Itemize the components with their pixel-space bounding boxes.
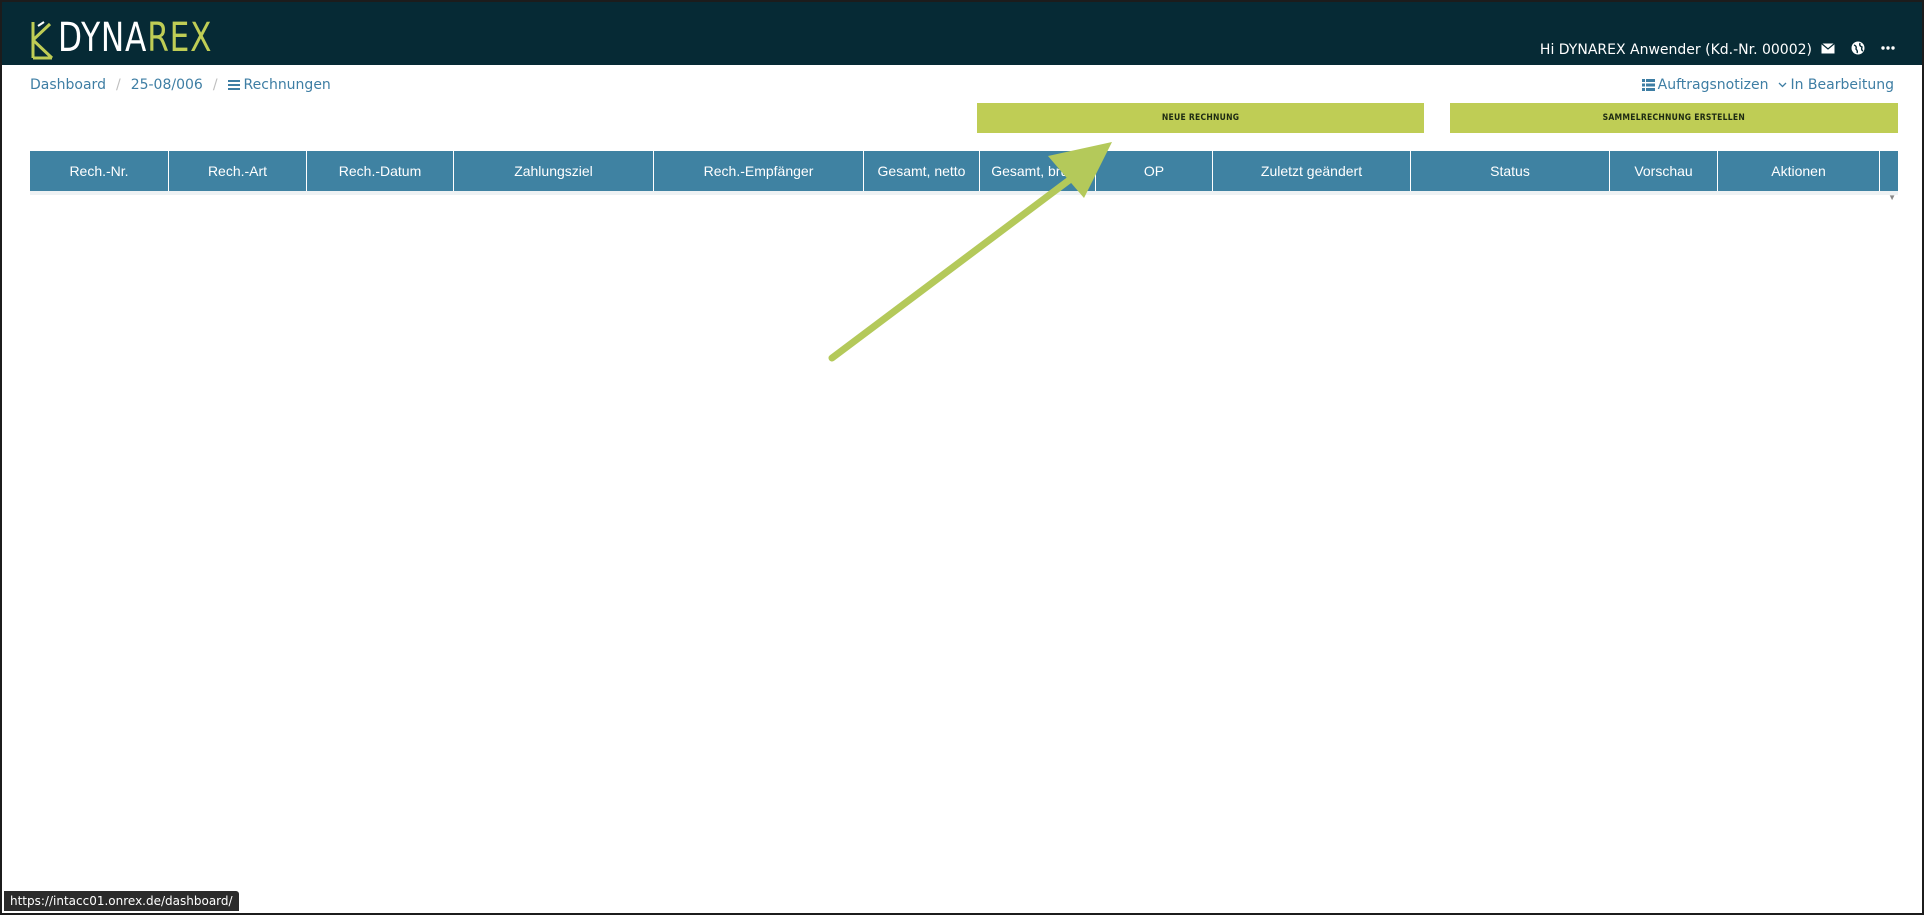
breadcrumb: Dashboard / 25-08/006 / Rechnungen <box>30 77 331 93</box>
invoices-table: Rech.-Nr. Rech.-Art Rech.-Datum Zahlungs… <box>30 151 1898 202</box>
column-header-invoice-type[interactable]: Rech.-Art <box>169 151 307 191</box>
order-notes-label: Auftragsnotizen <box>1657 77 1769 93</box>
order-status-label: In Bearbeitung <box>1790 77 1894 93</box>
column-header-last-modified[interactable]: Zuletzt geändert <box>1213 151 1411 191</box>
column-header-invoice-date[interactable]: Rech.-Datum <box>307 151 454 191</box>
header-icons <box>1820 40 1896 56</box>
globe-icon[interactable] <box>1850 40 1866 56</box>
collective-invoice-label: SAMMELRECHNUNG ERSTELLEN <box>1602 113 1746 123</box>
dynarex-logo[interactable]: DYNAREX <box>30 14 256 60</box>
table-list-icon <box>1641 79 1655 91</box>
order-status-dropdown[interactable]: In Bearbeitung <box>1778 77 1894 93</box>
collective-invoice-button[interactable]: SAMMELRECHNUNG ERSTELLEN <box>1450 103 1898 133</box>
table-body <box>30 191 1898 195</box>
column-header-open-item[interactable]: OP <box>1096 151 1213 191</box>
order-links: Auftragsnotizen In Bearbeitung <box>1641 77 1894 93</box>
column-header-filler <box>1880 151 1898 191</box>
logo-dyna: DYNA <box>58 15 148 61</box>
annotation-arrow <box>828 142 1112 362</box>
breadcrumb-current: Rechnungen <box>227 77 331 93</box>
logo-mark-icon <box>31 21 54 60</box>
app-window: DYNAREX Hi DYNAREX Anwender (Kd.-Nr. 000… <box>0 0 1924 915</box>
order-notes-link[interactable]: Auftragsnotizen <box>1641 77 1769 93</box>
column-header-recipient[interactable]: Rech.-Empfänger <box>654 151 864 191</box>
column-header-actions[interactable]: Aktionen <box>1718 151 1880 191</box>
breadcrumb-invoices: Rechnungen <box>243 77 331 93</box>
list-icon <box>227 80 240 90</box>
column-header-invoice-no[interactable]: Rech.-Nr. <box>30 151 169 191</box>
scroll-down-icon[interactable]: ▼ <box>1888 193 1896 202</box>
breadcrumb-dashboard[interactable]: Dashboard <box>30 77 106 93</box>
column-header-total-net[interactable]: Gesamt, netto <box>864 151 980 191</box>
chevron-down-icon <box>1779 82 1787 88</box>
breadcrumb-separator: / <box>212 77 218 93</box>
breadcrumb-separator: / <box>115 77 121 93</box>
breadcrumb-order[interactable]: 25-08/006 <box>131 77 203 93</box>
logo-rex: REX <box>147 15 213 61</box>
column-header-preview[interactable]: Vorschau <box>1610 151 1718 191</box>
column-header-status[interactable]: Status <box>1411 151 1610 191</box>
top-navbar: DYNAREX Hi DYNAREX Anwender (Kd.-Nr. 000… <box>2 2 1922 65</box>
new-invoice-button[interactable]: NEUE RECHNUNG <box>977 103 1424 133</box>
table-header: Rech.-Nr. Rech.-Art Rech.-Datum Zahlungs… <box>30 151 1898 191</box>
logo-wordmark: DYNAREX <box>58 16 212 60</box>
more-icon[interactable] <box>1880 40 1896 56</box>
new-invoice-label: NEUE RECHNUNG <box>1161 113 1240 123</box>
user-greeting[interactable]: Hi DYNAREX Anwender (Kd.-Nr. 00002) <box>1540 42 1812 58</box>
column-header-total-gross[interactable]: Gesamt, brutto <box>980 151 1096 191</box>
mail-icon[interactable] <box>1820 40 1836 56</box>
browser-status-url: https://intacc01.onrex.de/dashboard/ <box>4 891 239 911</box>
column-header-payment-term[interactable]: Zahlungsziel <box>454 151 654 191</box>
